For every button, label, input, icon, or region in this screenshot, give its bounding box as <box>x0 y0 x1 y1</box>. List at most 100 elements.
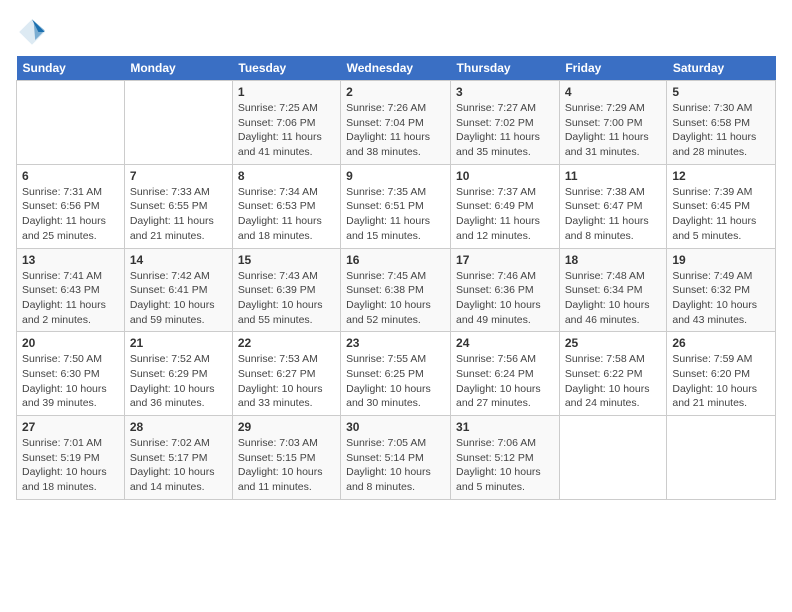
daylight-hours: Daylight: 10 hours and 43 minutes. <box>672 299 757 326</box>
day-number: 3 <box>456 85 554 99</box>
daylight-hours: Daylight: 10 hours and 8 minutes. <box>346 466 431 493</box>
day-info: Sunrise: 7:26 AM Sunset: 7:04 PM Dayligh… <box>346 101 445 160</box>
logo-icon <box>16 16 48 48</box>
sunrise-time: Sunrise: 7:45 AM <box>346 270 426 282</box>
day-info: Sunrise: 7:35 AM Sunset: 6:51 PM Dayligh… <box>346 185 445 244</box>
calendar-cell: 3 Sunrise: 7:27 AM Sunset: 7:02 PM Dayli… <box>451 81 560 165</box>
sunrise-time: Sunrise: 7:02 AM <box>130 437 210 449</box>
daylight-hours: Daylight: 10 hours and 55 minutes. <box>238 299 323 326</box>
sunrise-time: Sunrise: 7:29 AM <box>565 102 645 114</box>
sunrise-time: Sunrise: 7:33 AM <box>130 186 210 198</box>
calendar-cell: 17 Sunrise: 7:46 AM Sunset: 6:36 PM Dayl… <box>451 248 560 332</box>
calendar-cell <box>667 416 776 500</box>
day-info: Sunrise: 7:52 AM Sunset: 6:29 PM Dayligh… <box>130 352 227 411</box>
sunset-time: Sunset: 6:41 PM <box>130 284 208 296</box>
calendar-table: SundayMondayTuesdayWednesdayThursdayFrid… <box>16 56 776 500</box>
page-header <box>16 16 776 48</box>
weekday-header: Thursday <box>451 56 560 81</box>
sunrise-time: Sunrise: 7:30 AM <box>672 102 752 114</box>
sunset-time: Sunset: 5:14 PM <box>346 452 424 464</box>
calendar-cell: 27 Sunrise: 7:01 AM Sunset: 5:19 PM Dayl… <box>17 416 125 500</box>
sunrise-time: Sunrise: 7:46 AM <box>456 270 536 282</box>
calendar-cell <box>17 81 125 165</box>
sunset-time: Sunset: 6:32 PM <box>672 284 750 296</box>
day-info: Sunrise: 7:38 AM Sunset: 6:47 PM Dayligh… <box>565 185 662 244</box>
daylight-hours: Daylight: 11 hours and 38 minutes. <box>346 131 430 158</box>
daylight-hours: Daylight: 11 hours and 12 minutes. <box>456 215 540 242</box>
day-info: Sunrise: 7:06 AM Sunset: 5:12 PM Dayligh… <box>456 436 554 495</box>
calendar-cell: 20 Sunrise: 7:50 AM Sunset: 6:30 PM Dayl… <box>17 332 125 416</box>
calendar-cell: 10 Sunrise: 7:37 AM Sunset: 6:49 PM Dayl… <box>451 164 560 248</box>
day-number: 6 <box>22 169 119 183</box>
day-info: Sunrise: 7:55 AM Sunset: 6:25 PM Dayligh… <box>346 352 445 411</box>
sunrise-time: Sunrise: 7:59 AM <box>672 353 752 365</box>
sunset-time: Sunset: 6:49 PM <box>456 200 534 212</box>
sunset-time: Sunset: 5:19 PM <box>22 452 100 464</box>
day-number: 10 <box>456 169 554 183</box>
day-number: 12 <box>672 169 770 183</box>
daylight-hours: Daylight: 11 hours and 5 minutes. <box>672 215 756 242</box>
daylight-hours: Daylight: 10 hours and 18 minutes. <box>22 466 107 493</box>
logo <box>16 16 52 48</box>
day-number: 20 <box>22 336 119 350</box>
daylight-hours: Daylight: 10 hours and 21 minutes. <box>672 383 757 410</box>
day-number: 5 <box>672 85 770 99</box>
weekday-header: Monday <box>124 56 232 81</box>
daylight-hours: Daylight: 11 hours and 8 minutes. <box>565 215 649 242</box>
weekday-header: Friday <box>559 56 667 81</box>
daylight-hours: Daylight: 10 hours and 14 minutes. <box>130 466 215 493</box>
sunrise-time: Sunrise: 7:55 AM <box>346 353 426 365</box>
weekday-header: Tuesday <box>232 56 340 81</box>
daylight-hours: Daylight: 11 hours and 35 minutes. <box>456 131 540 158</box>
day-number: 17 <box>456 253 554 267</box>
sunset-time: Sunset: 6:51 PM <box>346 200 424 212</box>
calendar-cell: 2 Sunrise: 7:26 AM Sunset: 7:04 PM Dayli… <box>341 81 451 165</box>
daylight-hours: Daylight: 10 hours and 59 minutes. <box>130 299 215 326</box>
day-info: Sunrise: 7:53 AM Sunset: 6:27 PM Dayligh… <box>238 352 335 411</box>
daylight-hours: Daylight: 10 hours and 52 minutes. <box>346 299 431 326</box>
day-info: Sunrise: 7:27 AM Sunset: 7:02 PM Dayligh… <box>456 101 554 160</box>
day-number: 16 <box>346 253 445 267</box>
calendar-cell: 31 Sunrise: 7:06 AM Sunset: 5:12 PM Dayl… <box>451 416 560 500</box>
daylight-hours: Daylight: 11 hours and 25 minutes. <box>22 215 106 242</box>
day-info: Sunrise: 7:34 AM Sunset: 6:53 PM Dayligh… <box>238 185 335 244</box>
sunrise-time: Sunrise: 7:43 AM <box>238 270 318 282</box>
sunrise-time: Sunrise: 7:49 AM <box>672 270 752 282</box>
daylight-hours: Daylight: 10 hours and 27 minutes. <box>456 383 541 410</box>
weekday-header: Wednesday <box>341 56 451 81</box>
day-number: 9 <box>346 169 445 183</box>
calendar-cell: 25 Sunrise: 7:58 AM Sunset: 6:22 PM Dayl… <box>559 332 667 416</box>
calendar-cell: 6 Sunrise: 7:31 AM Sunset: 6:56 PM Dayli… <box>17 164 125 248</box>
day-info: Sunrise: 7:03 AM Sunset: 5:15 PM Dayligh… <box>238 436 335 495</box>
calendar-cell: 29 Sunrise: 7:03 AM Sunset: 5:15 PM Dayl… <box>232 416 340 500</box>
day-info: Sunrise: 7:56 AM Sunset: 6:24 PM Dayligh… <box>456 352 554 411</box>
daylight-hours: Daylight: 10 hours and 24 minutes. <box>565 383 650 410</box>
sunset-time: Sunset: 6:39 PM <box>238 284 316 296</box>
day-info: Sunrise: 7:33 AM Sunset: 6:55 PM Dayligh… <box>130 185 227 244</box>
day-number: 23 <box>346 336 445 350</box>
sunrise-time: Sunrise: 7:53 AM <box>238 353 318 365</box>
calendar-cell: 9 Sunrise: 7:35 AM Sunset: 6:51 PM Dayli… <box>341 164 451 248</box>
day-info: Sunrise: 7:31 AM Sunset: 6:56 PM Dayligh… <box>22 185 119 244</box>
calendar-cell: 11 Sunrise: 7:38 AM Sunset: 6:47 PM Dayl… <box>559 164 667 248</box>
sunrise-time: Sunrise: 7:52 AM <box>130 353 210 365</box>
daylight-hours: Daylight: 11 hours and 41 minutes. <box>238 131 322 158</box>
calendar-cell: 7 Sunrise: 7:33 AM Sunset: 6:55 PM Dayli… <box>124 164 232 248</box>
calendar-cell: 12 Sunrise: 7:39 AM Sunset: 6:45 PM Dayl… <box>667 164 776 248</box>
calendar-cell: 13 Sunrise: 7:41 AM Sunset: 6:43 PM Dayl… <box>17 248 125 332</box>
sunset-time: Sunset: 6:29 PM <box>130 368 208 380</box>
daylight-hours: Daylight: 11 hours and 31 minutes. <box>565 131 649 158</box>
day-info: Sunrise: 7:41 AM Sunset: 6:43 PM Dayligh… <box>22 269 119 328</box>
weekday-header: Sunday <box>17 56 125 81</box>
day-info: Sunrise: 7:01 AM Sunset: 5:19 PM Dayligh… <box>22 436 119 495</box>
sunset-time: Sunset: 7:02 PM <box>456 117 534 129</box>
day-number: 28 <box>130 420 227 434</box>
daylight-hours: Daylight: 10 hours and 49 minutes. <box>456 299 541 326</box>
sunrise-time: Sunrise: 7:56 AM <box>456 353 536 365</box>
sunrise-time: Sunrise: 7:03 AM <box>238 437 318 449</box>
day-number: 4 <box>565 85 662 99</box>
daylight-hours: Daylight: 10 hours and 46 minutes. <box>565 299 650 326</box>
sunrise-time: Sunrise: 7:35 AM <box>346 186 426 198</box>
day-info: Sunrise: 7:30 AM Sunset: 6:58 PM Dayligh… <box>672 101 770 160</box>
sunset-time: Sunset: 6:53 PM <box>238 200 316 212</box>
